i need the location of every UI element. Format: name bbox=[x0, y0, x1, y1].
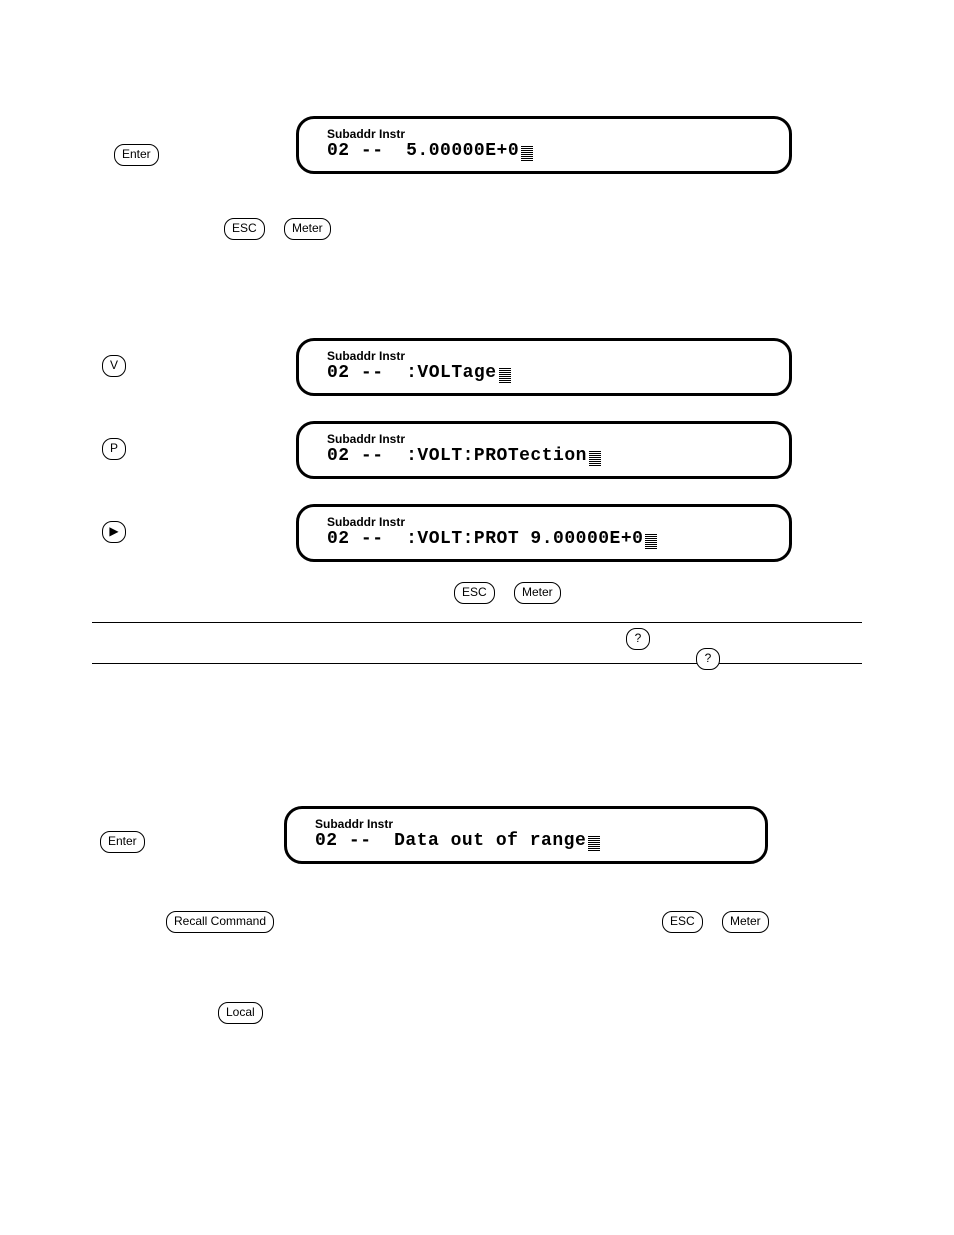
lcd-line-4: 02 -- :VOLT:PROT 9.00000E+0 bbox=[327, 529, 771, 549]
lcd-line-5: 02 -- Data out of range bbox=[315, 831, 747, 851]
enter-key-row2[interactable]: Enter bbox=[100, 831, 145, 853]
esc-key-2[interactable]: ESC bbox=[454, 582, 495, 604]
cursor-icon bbox=[499, 367, 511, 383]
esc-key-3[interactable]: ESC bbox=[662, 911, 703, 933]
page-root: Enter Subaddr Instr 02 -- 5.00000E+0 ESC… bbox=[0, 0, 954, 1235]
lcd-title-3: Subaddr Instr bbox=[327, 432, 771, 446]
v-key[interactable]: V bbox=[102, 355, 126, 377]
lcd-display-2: Subaddr Instr 02 -- :VOLTage bbox=[296, 338, 792, 396]
enter-key-label: Enter bbox=[114, 144, 159, 166]
p-key[interactable]: P bbox=[102, 438, 126, 460]
lcd-line-1: 02 -- 5.00000E+0 bbox=[327, 141, 771, 161]
rule-1 bbox=[92, 622, 862, 623]
play-icon: ▶ bbox=[102, 521, 126, 543]
question-icon: ? bbox=[696, 648, 720, 670]
cursor-icon bbox=[645, 533, 657, 549]
meter-key-label-1: Meter bbox=[284, 218, 331, 240]
help-key-2[interactable]: ? bbox=[696, 648, 720, 670]
lcd-display-4: Subaddr Instr 02 -- :VOLT:PROT 9.00000E+… bbox=[296, 504, 792, 562]
cursor-icon bbox=[588, 835, 600, 851]
local-key-label: Local bbox=[218, 1002, 263, 1024]
p-key-label: P bbox=[102, 438, 126, 460]
esc-key-label-2: ESC bbox=[454, 582, 495, 604]
meter-key-2[interactable]: Meter bbox=[514, 582, 561, 604]
esc-key-1[interactable]: ESC bbox=[224, 218, 265, 240]
lcd-title-5: Subaddr Instr bbox=[315, 817, 747, 831]
rule-2 bbox=[92, 663, 862, 664]
enter-key-label-2: Enter bbox=[100, 831, 145, 853]
help-key-1[interactable]: ? bbox=[626, 628, 650, 650]
v-key-label: V bbox=[102, 355, 126, 377]
meter-key-label-2: Meter bbox=[514, 582, 561, 604]
recall-command-key[interactable]: Recall Command bbox=[166, 911, 274, 933]
cursor-icon bbox=[589, 450, 601, 466]
lcd-title-4: Subaddr Instr bbox=[327, 515, 771, 529]
enter-key-row1[interactable]: Enter bbox=[114, 144, 159, 166]
cursor-icon bbox=[521, 145, 533, 161]
lcd-display-1: Subaddr Instr 02 -- 5.00000E+0 bbox=[296, 116, 792, 174]
recall-key-label: Recall Command bbox=[166, 911, 274, 933]
esc-key-label-3: ESC bbox=[662, 911, 703, 933]
meter-key-1[interactable]: Meter bbox=[284, 218, 331, 240]
lcd-line-2: 02 -- :VOLTage bbox=[327, 363, 771, 383]
lcd-title-1: Subaddr Instr bbox=[327, 127, 771, 141]
lcd-display-5: Subaddr Instr 02 -- Data out of range bbox=[284, 806, 768, 864]
lcd-line-3: 02 -- :VOLT:PROTection bbox=[327, 446, 771, 466]
question-icon: ? bbox=[626, 628, 650, 650]
right-arrow-key[interactable]: ▶ bbox=[102, 521, 126, 543]
lcd-title-2: Subaddr Instr bbox=[327, 349, 771, 363]
local-key[interactable]: Local bbox=[218, 1002, 263, 1024]
esc-key-label-1: ESC bbox=[224, 218, 265, 240]
meter-key-3[interactable]: Meter bbox=[722, 911, 769, 933]
lcd-display-3: Subaddr Instr 02 -- :VOLT:PROTection bbox=[296, 421, 792, 479]
meter-key-label-3: Meter bbox=[722, 911, 769, 933]
